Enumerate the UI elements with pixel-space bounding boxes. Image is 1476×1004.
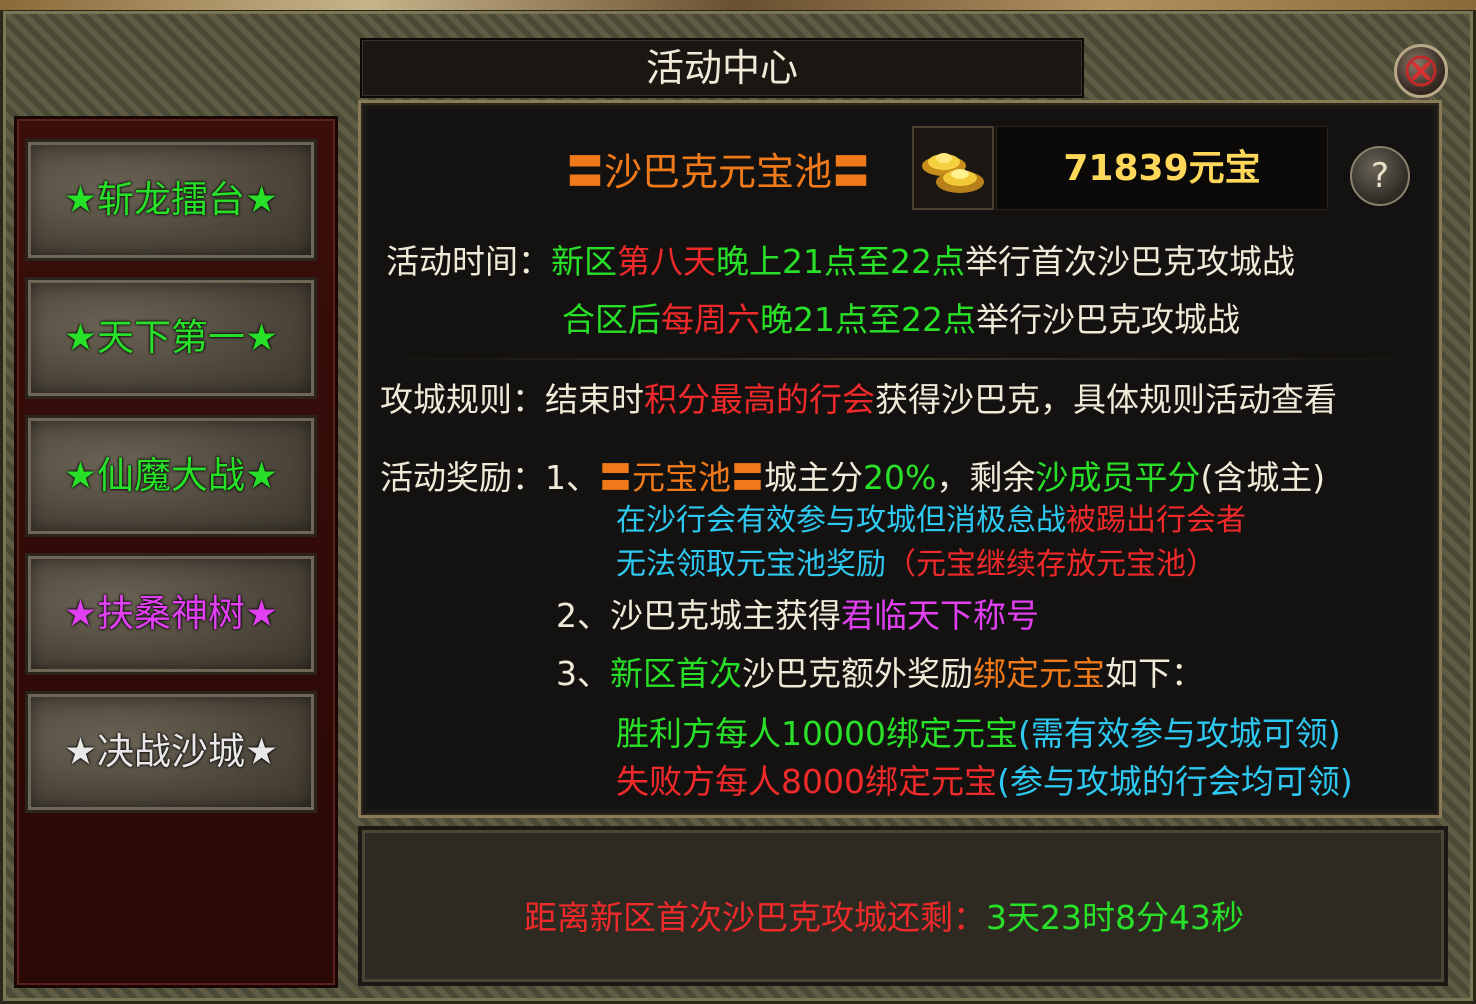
help-button[interactable]: ? <box>1350 146 1410 206</box>
sidebar-item-immortal-demon-war[interactable]: ★仙魔大战★ <box>25 415 317 537</box>
question-icon: ? <box>1370 156 1390 196</box>
schedule-label: 活动时间： <box>386 242 551 281</box>
window-title: 活动中心 <box>645 46 798 90</box>
gold-ingot-icon <box>922 153 984 193</box>
reward-note-2: 无法领取元宝池奖励（元宝继续存放元宝池） <box>616 546 1216 584</box>
ingot-slot <box>912 126 994 210</box>
reward-text: 〓元宝池〓 <box>599 458 764 497</box>
countdown-value: 3天23时8分43秒 <box>986 898 1244 937</box>
reward-text: (参与攻城的行会均可领) <box>996 762 1353 801</box>
rules-label: 攻城规则： <box>380 380 545 419</box>
sidebar-item-fusang-tree[interactable]: ★扶桑神树★ <box>25 553 317 675</box>
schedule-text: 举行首次沙巴克攻城战 <box>964 242 1295 281</box>
reward-text: 20% <box>863 458 937 497</box>
sidebar-item-label: ★决战沙城★ <box>63 730 279 773</box>
reward-text: 在沙行会有效参与攻城但消极怠战 <box>616 503 1066 538</box>
schedule-text: 晚21点至22点 <box>760 300 976 339</box>
sidebar-item-dragon-arena[interactable]: ★斩龙擂台★ <box>25 139 317 261</box>
sidebar-item-sabak-siege[interactable]: ★决战沙城★ <box>25 691 317 813</box>
reward-text: 沙成员平分 <box>1035 458 1201 497</box>
rewards-label: 活动奖励： <box>380 458 545 497</box>
reward-text: 胜利方每人10000绑定元宝 <box>616 714 1018 753</box>
sidebar-item-world-first[interactable]: ★天下第一★ <box>25 277 317 399</box>
reward-note-1: 在沙行会有效参与攻城但消极怠战被踢出行会者 <box>616 502 1246 540</box>
countdown-line: 距离新区首次沙巴克攻城还剩：3天23时8分43秒 <box>524 898 1244 938</box>
schedule-text: 每周六 <box>661 300 760 339</box>
reward-line-3: 3、新区首次沙巴克额外奖励绑定元宝如下： <box>556 654 1204 694</box>
reward-text: 3、 <box>556 654 610 693</box>
reward-text: 绑定元宝 <box>973 654 1105 693</box>
pool-amount-box: 71839元宝 <box>996 126 1328 210</box>
title-bar: 活动中心 <box>360 38 1084 98</box>
schedule-text: 合区后 <box>562 300 661 339</box>
schedule-line-2: 合区后每周六晚21点至22点举行沙巴克攻城战 <box>562 300 1240 340</box>
reward-text: 被踢出行会者 <box>1066 503 1246 538</box>
reward-text: ，剩余 <box>936 458 1036 497</box>
pool-title: 〓沙巴克元宝池〓 <box>566 150 871 194</box>
schedule-text: 新区 <box>551 242 617 281</box>
reward-text: 2、沙巴克城主获得 <box>556 596 841 635</box>
reward-line-2: 2、沙巴克城主获得君临天下称号 <box>556 596 1039 636</box>
rules-line: 攻城规则：结束时积分最高的行会获得沙巴克，具体规则活动查看 <box>380 380 1337 420</box>
reward-text: 沙巴克额外奖励 <box>742 654 973 693</box>
schedule-line-1: 活动时间：新区第八天晚上21点至22点举行首次沙巴克攻城战 <box>386 242 1295 282</box>
reward-text: (含城主) <box>1200 458 1326 497</box>
reward-line-1: 活动奖励：1、〓元宝池〓城主分20%，剩余沙成员平分(含城主) <box>380 458 1325 498</box>
rules-text: 积分最高的行会 <box>644 380 875 419</box>
countdown-label: 距离新区首次沙巴克攻城还剩： <box>524 898 986 937</box>
reward-text: 新区首次 <box>610 654 742 693</box>
schedule-text: 第八天 <box>617 242 716 281</box>
rules-text: 获得沙巴克，具体规则活动查看 <box>875 380 1337 419</box>
sidebar-item-label: ★仙魔大战★ <box>63 454 279 497</box>
reward-text: 如下： <box>1105 654 1204 693</box>
schedule-text: 举行沙巴克攻城战 <box>975 300 1240 339</box>
reward-text: 城主分 <box>764 458 863 497</box>
reward-text: (需有效参与攻城可领) <box>1017 714 1341 753</box>
reward-text: （元宝继续存放元宝池） <box>886 547 1216 582</box>
reward-text: 1、 <box>545 458 599 497</box>
divider <box>370 358 1430 360</box>
sidebar-item-label: ★扶桑神树★ <box>63 592 279 635</box>
reward-text: 无法领取元宝池奖励 <box>616 547 886 582</box>
rules-text: 结束时 <box>545 380 644 419</box>
top-border <box>0 0 1476 10</box>
reward-lose-line: 失败方每人8000绑定元宝(参与攻城的行会均可领) <box>616 762 1353 802</box>
reward-text: 君临天下称号 <box>841 596 1039 635</box>
pool-amount: 71839元宝 <box>1063 148 1261 189</box>
reward-text: 失败方每人8000绑定元宝 <box>616 762 997 801</box>
close-button[interactable] <box>1394 44 1448 98</box>
sidebar-item-label: ★斩龙擂台★ <box>63 178 279 221</box>
sidebar-item-label: ★天下第一★ <box>63 316 279 359</box>
schedule-text: 晚上21点至22点 <box>716 242 965 281</box>
activity-sidebar: ★斩龙擂台★ ★天下第一★ ★仙魔大战★ ★扶桑神树★ ★决战沙城★ <box>14 116 338 988</box>
reward-win-line: 胜利方每人10000绑定元宝(需有效参与攻城可领) <box>616 714 1341 754</box>
close-icon <box>1405 55 1437 87</box>
